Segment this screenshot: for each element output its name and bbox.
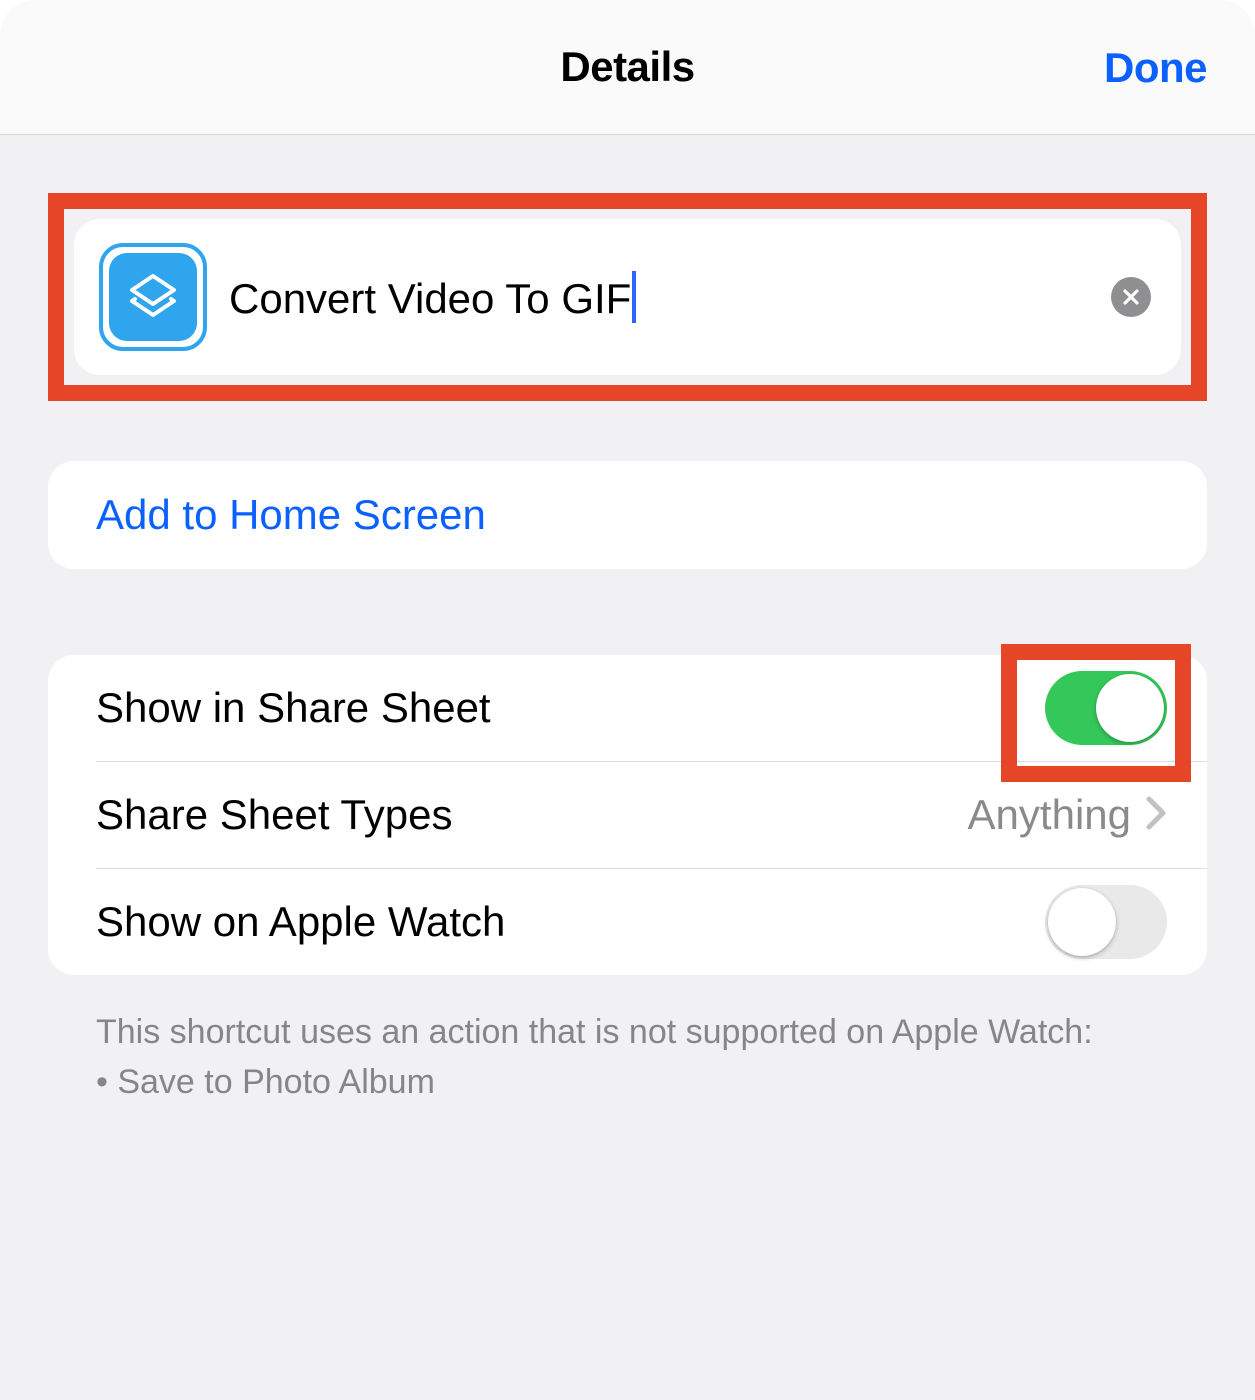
footer-note: This shortcut uses an action that is not… [48, 1009, 1207, 1106]
shortcut-name-card: Convert Video To GIF [74, 219, 1181, 375]
add-to-home-screen-button[interactable]: Add to Home Screen [48, 461, 1207, 569]
shortcut-name-input[interactable]: Convert Video To GIF [229, 271, 636, 323]
apple-watch-toggle[interactable] [1045, 885, 1167, 959]
toggle-knob [1048, 888, 1116, 956]
shortcut-name-text: Convert Video To GIF [229, 275, 631, 322]
header: Details Done [0, 0, 1255, 135]
clear-text-button[interactable] [1111, 277, 1151, 317]
share-sheet-types-label: Share Sheet Types [96, 791, 452, 839]
share-sheet-label: Show in Share Sheet [96, 684, 491, 732]
xmark-icon [1121, 287, 1141, 307]
settings-group: Show in Share Sheet Share Sheet Types An… [48, 655, 1207, 975]
shortcuts-app-icon [109, 253, 197, 341]
footer-note-bullet: • Save to Photo Album [96, 1059, 1159, 1106]
toggle-knob [1096, 674, 1164, 742]
text-cursor [632, 271, 636, 323]
page-title: Details [560, 43, 694, 91]
share-sheet-types-row[interactable]: Share Sheet Types Anything [48, 762, 1207, 868]
share-sheet-types-value: Anything [968, 791, 1131, 839]
content: Convert Video To GIF Add to Home Screen … [0, 193, 1255, 1106]
shortcut-icon-button[interactable] [99, 243, 207, 351]
apple-watch-label: Show on Apple Watch [96, 898, 505, 946]
chevron-right-icon [1145, 795, 1167, 836]
share-sheet-toggle[interactable] [1045, 671, 1167, 745]
footer-note-text: This shortcut uses an action that is not… [96, 1009, 1159, 1056]
show-in-share-sheet-row: Show in Share Sheet [48, 655, 1207, 761]
done-button[interactable]: Done [1104, 0, 1207, 135]
details-sheet: Details Done Convert V [0, 0, 1255, 1400]
name-card-highlight: Convert Video To GIF [48, 193, 1207, 401]
add-to-home-screen-label: Add to Home Screen [96, 491, 486, 539]
show-on-apple-watch-row: Show on Apple Watch [48, 869, 1207, 975]
